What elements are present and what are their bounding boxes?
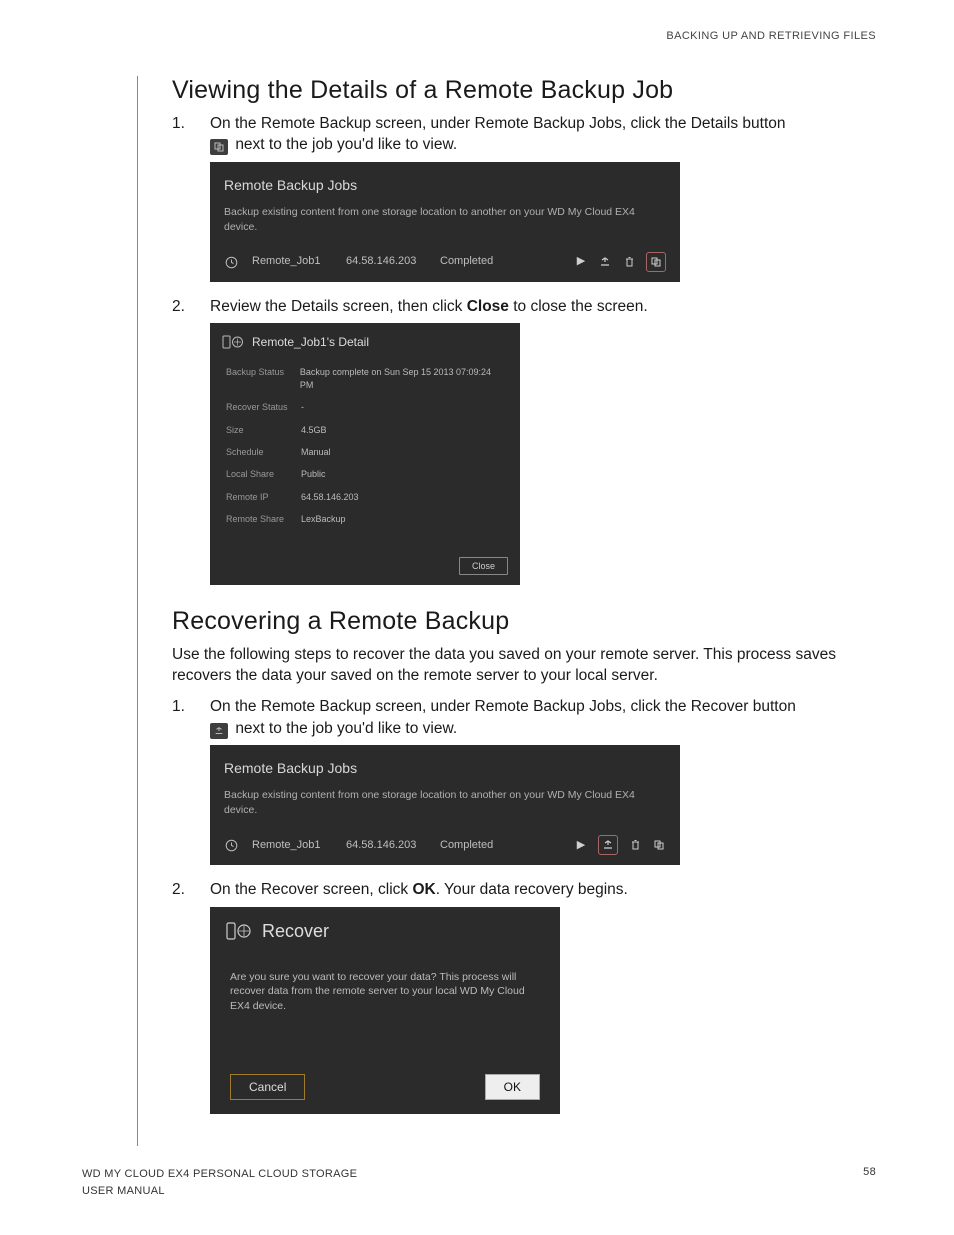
kv-key: Remote Share [226, 513, 301, 525]
job-detail-panel: Remote_Job1's Detail Backup StatusBackup… [210, 323, 520, 584]
step-text: next to the job you'd like to view. [235, 720, 457, 737]
recovering-steps: On the Remote Backup screen, under Remot… [172, 696, 876, 1113]
panel-subtitle: Backup existing content from one storage… [224, 788, 666, 817]
clock-icon [224, 838, 238, 852]
play-icon[interactable]: ▶ [574, 255, 588, 269]
step-text: On the Remote Backup screen, under Remot… [210, 115, 786, 132]
recover-icon[interactable] [598, 835, 618, 855]
ok-bold: OK [412, 881, 435, 898]
viewing-steps: On the Remote Backup screen, under Remot… [172, 113, 876, 585]
kv-value: 64.58.146.203 [301, 491, 359, 503]
page-footer: WD MY CLOUD EX4 PERSONAL CLOUD STORAGE U… [82, 1166, 876, 1199]
trash-icon[interactable] [622, 255, 636, 269]
details-icon[interactable] [646, 252, 666, 272]
close-button[interactable]: Close [459, 557, 508, 575]
step-text: next to the job you'd like to view. [235, 136, 457, 153]
kv-key: Backup Status [226, 366, 300, 391]
panel-title: Remote Backup Jobs [224, 176, 666, 195]
kv-row: Backup StatusBackup complete on Sun Sep … [226, 361, 504, 396]
kv-key: Schedule [226, 446, 301, 458]
recover-body-text: Are you sure you want to recover your da… [210, 956, 560, 1064]
kv-row: Recover Status- [226, 396, 504, 418]
recover-footer: Cancel OK [210, 1064, 560, 1114]
section-heading-recovering: Recovering a Remote Backup [172, 607, 876, 636]
section-heading-viewing: Viewing the Details of a Remote Backup J… [172, 76, 876, 105]
step-text: Review the Details screen, then click [210, 298, 467, 315]
job-name: Remote_Job1 [252, 838, 332, 853]
job-row: Remote_Job1 64.58.146.203 Completed ▶ [224, 835, 666, 855]
kv-value: Public [301, 468, 326, 480]
job-status: Completed [440, 254, 560, 269]
play-icon[interactable]: ▶ [574, 838, 588, 852]
job-actions: ▶ [574, 252, 666, 272]
panel-title: Remote Backup Jobs [224, 759, 666, 778]
recovering-intro: Use the following steps to recover the d… [172, 644, 876, 687]
kv-row: Size4.5GB [226, 419, 504, 441]
recovering-step-1: On the Remote Backup screen, under Remot… [172, 696, 876, 865]
cancel-button[interactable]: Cancel [230, 1074, 305, 1100]
recover-icon [210, 723, 228, 739]
job-actions: ▶ [574, 835, 666, 855]
detail-header: Remote_Job1's Detail [210, 323, 520, 361]
kv-row: Local SharePublic [226, 463, 504, 485]
job-row: Remote_Job1 64.58.146.203 Completed ▶ [224, 252, 666, 272]
recovering-step-2: On the Recover screen, click OK. Your da… [172, 879, 876, 1113]
detail-footer: Close [210, 531, 520, 585]
kv-value: - [301, 401, 304, 413]
kv-value: 4.5GB [301, 424, 327, 436]
job-status: Completed [440, 838, 560, 853]
recover-icon[interactable] [598, 255, 612, 269]
job-ip: 64.58.146.203 [346, 838, 426, 853]
step-text: On the Remote Backup screen, under Remot… [210, 698, 796, 715]
kv-row: Remote ShareLexBackup [226, 508, 504, 530]
step-text: . Your data recovery begins. [436, 881, 628, 898]
panel-subtitle: Backup existing content from one storage… [224, 205, 666, 234]
kv-key: Size [226, 424, 301, 436]
clock-icon [224, 255, 238, 269]
running-header: BACKING UP AND RETRIEVING FILES [82, 30, 876, 42]
kv-value: LexBackup [301, 513, 346, 525]
kv-row: ScheduleManual [226, 441, 504, 463]
kv-row: Remote IP64.58.146.203 [226, 486, 504, 508]
footer-product: WD MY CLOUD EX4 PERSONAL CLOUD STORAGE [82, 1166, 357, 1183]
page-number: 58 [863, 1166, 876, 1199]
step-text: to close the screen. [509, 298, 648, 315]
kv-value: Backup complete on Sun Sep 15 2013 07:09… [300, 366, 504, 391]
ok-button[interactable]: OK [485, 1074, 540, 1100]
details-icon[interactable] [652, 838, 666, 852]
kv-key: Local Share [226, 468, 301, 480]
footer-manual: USER MANUAL [82, 1183, 357, 1200]
devices-icon [222, 333, 244, 351]
step-text: On the Recover screen, click [210, 881, 412, 898]
kv-value: Manual [301, 446, 331, 458]
remote-backup-jobs-panel: Remote Backup Jobs Backup existing conte… [210, 745, 680, 865]
viewing-step-2: Review the Details screen, then click Cl… [172, 296, 876, 585]
kv-key: Recover Status [226, 401, 301, 413]
remote-backup-jobs-panel: Remote Backup Jobs Backup existing conte… [210, 162, 680, 282]
close-bold: Close [467, 298, 509, 315]
kv-key: Remote IP [226, 491, 301, 503]
trash-icon[interactable] [628, 838, 642, 852]
viewing-step-1: On the Remote Backup screen, under Remot… [172, 113, 876, 282]
detail-title: Remote_Job1's Detail [252, 334, 369, 351]
main-content: Viewing the Details of a Remote Backup J… [137, 76, 876, 1146]
job-name: Remote_Job1 [252, 254, 332, 269]
detail-kv-list: Backup StatusBackup complete on Sun Sep … [210, 361, 520, 530]
recover-dialog: Recover Are you sure you want to recover… [210, 907, 560, 1114]
recover-title: Recover [262, 919, 329, 944]
job-ip: 64.58.146.203 [346, 254, 426, 269]
devices-icon [226, 921, 252, 941]
recover-header: Recover [210, 907, 560, 956]
details-icon [210, 139, 228, 155]
